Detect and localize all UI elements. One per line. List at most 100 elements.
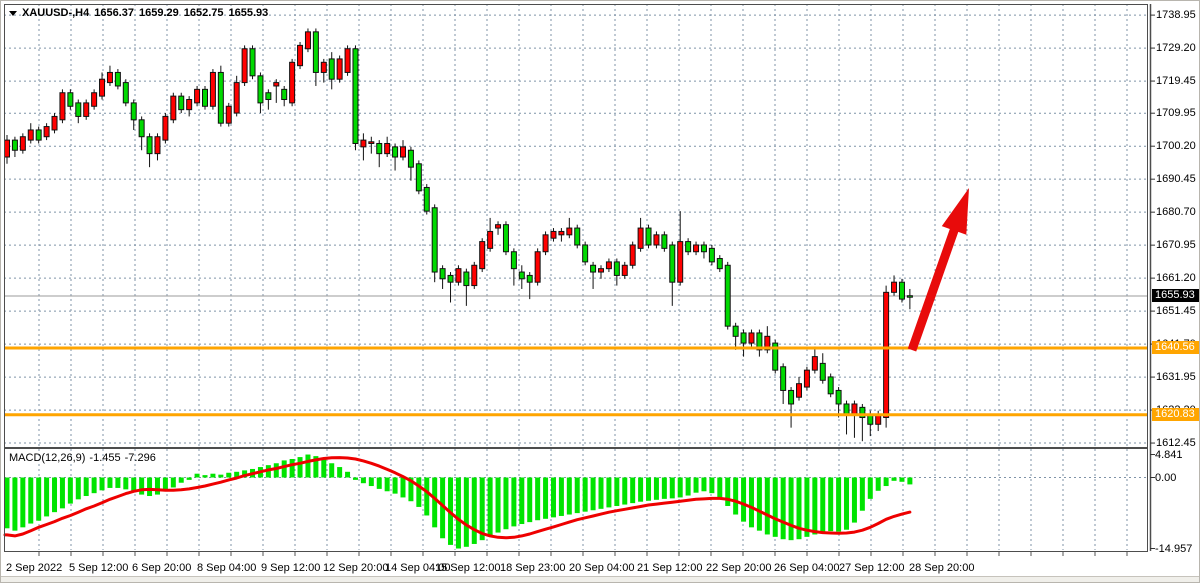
candle-body: [44, 127, 49, 137]
macd-histogram-bar: [836, 478, 841, 532]
macd-histogram-bar: [717, 478, 722, 499]
macd-histogram-bar: [852, 478, 857, 523]
candle-body: [511, 252, 516, 269]
candle-body: [369, 142, 374, 144]
candle-body: [329, 59, 334, 79]
candle-body: [282, 89, 287, 99]
candle-body: [258, 76, 263, 103]
candle-body: [820, 363, 825, 380]
macd-histogram-bar: [12, 478, 17, 531]
candle-body: [361, 140, 366, 147]
candle-body: [234, 83, 239, 113]
candle-body: [250, 49, 255, 76]
macd-histogram-bar: [36, 478, 41, 521]
candle-body: [741, 333, 746, 343]
candle-body: [290, 62, 295, 103]
candle-body: [899, 282, 904, 299]
candle-body: [100, 79, 105, 96]
candle-body: [472, 265, 477, 285]
macd-histogram-bar: [226, 473, 231, 478]
candle-body: [68, 93, 73, 107]
candle-body: [36, 130, 41, 140]
candle-body: [456, 269, 461, 283]
candle-body: [789, 390, 794, 404]
macd-axis-label: -14.957: [1155, 543, 1192, 555]
macd-histogram-bar: [5, 478, 10, 529]
macd-label: MACD(12,26,9): [9, 452, 85, 464]
time-axis-label: 21 Sep 12:00: [637, 562, 702, 574]
candle-body: [844, 404, 849, 414]
macd-histogram-bar: [345, 472, 350, 478]
macd-histogram-bar: [123, 478, 128, 490]
macd-histogram-bar: [820, 478, 825, 533]
macd-histogram-bar: [456, 478, 461, 549]
macd-histogram-bar: [44, 478, 49, 517]
macd-histogram-bar: [551, 478, 556, 518]
candle-body: [131, 103, 136, 120]
macd-histogram-bar: [567, 478, 572, 515]
price-axis-label: 1738.95: [1156, 9, 1196, 21]
candle-body: [123, 83, 128, 103]
chart-background: [4, 4, 1148, 551]
candle-body: [242, 49, 247, 83]
macd-histogram-bar: [115, 478, 120, 488]
macd-histogram-bar: [195, 474, 200, 478]
macd-histogram-bar: [147, 478, 152, 497]
candle-body: [527, 275, 532, 282]
macd-histogram-bar: [361, 478, 366, 484]
macd-histogram-bar: [630, 478, 635, 504]
price-axis-label: 1700.20: [1156, 140, 1196, 152]
macd-histogram-bar: [107, 478, 112, 488]
macd-histogram-bar: [84, 478, 89, 497]
macd-histogram-bar: [377, 478, 382, 489]
candle-body: [337, 59, 342, 79]
candle-body: [630, 245, 635, 265]
macd-histogram-bar: [828, 478, 833, 532]
candle-body: [797, 384, 802, 398]
candle-body: [567, 228, 572, 235]
macd-histogram-bar: [68, 478, 73, 504]
macd-histogram-bar: [20, 478, 25, 528]
candle-body: [345, 49, 350, 73]
macd-histogram-bar: [559, 478, 564, 516]
candle-body: [5, 140, 10, 157]
macd-histogram-bar: [369, 478, 374, 487]
price-axis-label: 1631.95: [1156, 371, 1196, 383]
time-axis-label: 5 Sep 12:00: [69, 562, 128, 574]
candle-body: [218, 72, 223, 123]
candle-body: [852, 404, 857, 414]
macd-histogram-bar: [884, 478, 889, 487]
candle-body: [226, 106, 231, 123]
level-price-badge: 1640.56: [1152, 341, 1200, 354]
price-axis-label: 1661.20: [1156, 272, 1196, 284]
macd-histogram-bar: [282, 460, 287, 477]
chart-window: XAUUSD-,H41656.371659.291652.751655.93 M…: [0, 0, 1200, 583]
candle-body: [733, 326, 738, 336]
macd-histogram-bar: [305, 455, 310, 478]
macd-signal-value: -7.296: [125, 452, 156, 464]
candle-body: [266, 93, 271, 100]
macd-histogram-bar: [353, 478, 358, 480]
candle-body: [575, 228, 580, 245]
macd-histogram-bar: [60, 478, 65, 509]
candle-body: [543, 235, 548, 252]
macd-histogram-bar: [337, 467, 342, 477]
panel-divider[interactable]: [4, 446, 1148, 450]
macd-histogram-bar: [804, 478, 809, 537]
candle-body: [440, 269, 445, 279]
macd-histogram-bar: [733, 478, 738, 515]
chart-canvas[interactable]: [1, 1, 1200, 583]
macd-histogram-bar: [52, 478, 57, 513]
candle-body: [749, 333, 754, 343]
macd-histogram-bar: [709, 478, 714, 494]
candle-body: [503, 225, 508, 252]
candle-body: [812, 357, 817, 371]
macd-histogram-bar: [741, 478, 746, 522]
macd-histogram-bar: [725, 478, 730, 506]
macd-histogram-bar: [480, 478, 485, 541]
macd-histogram-bar: [543, 478, 548, 519]
price-axis-label: 1680.70: [1156, 206, 1196, 218]
macd-histogram-bar: [686, 478, 691, 496]
candle-body: [519, 272, 524, 279]
candle-body: [107, 72, 112, 82]
